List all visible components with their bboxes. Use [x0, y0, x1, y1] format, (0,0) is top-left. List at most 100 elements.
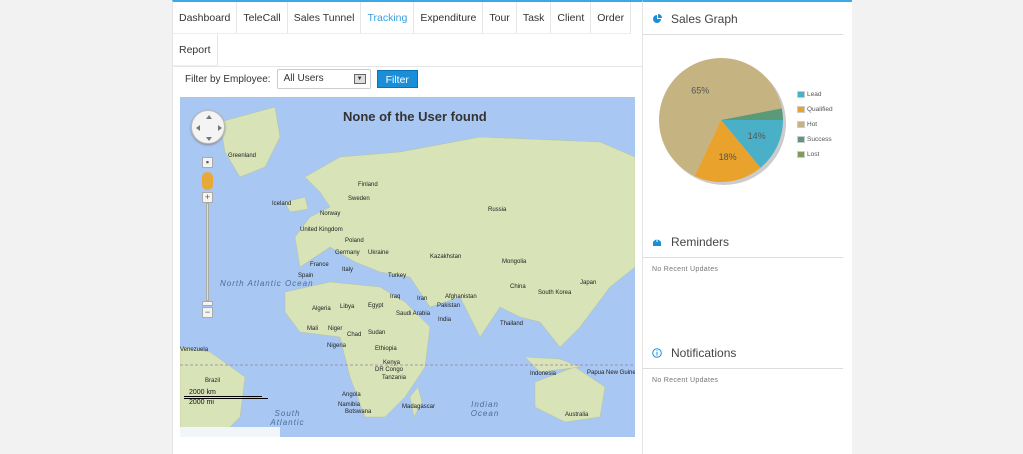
map-place-label: Namibia	[338, 402, 361, 408]
map-place-label: Pakistan	[437, 303, 461, 309]
scale-km: 2000 km	[184, 389, 262, 397]
sales-graph-title: Sales Graph	[671, 12, 738, 26]
tab-report[interactable]: Report	[173, 34, 218, 66]
pie-slice-label: 18%	[719, 152, 737, 162]
pie-slice-label: 65%	[691, 86, 709, 96]
reset-icon[interactable]: ▪	[202, 157, 213, 168]
map-place-label: Iran	[417, 296, 428, 302]
map-place-label: United Kingdom	[300, 227, 343, 233]
map-place-label: Angola	[342, 392, 361, 398]
map-place-label: Tanzania	[382, 375, 407, 381]
map-place-label: Venezuela	[180, 347, 209, 353]
legend-item: Hot	[797, 121, 817, 128]
map-place-label: Australia	[565, 412, 589, 418]
zoom-out-button[interactable]: −	[202, 307, 213, 318]
pan-control[interactable]	[191, 110, 225, 144]
tab-task[interactable]: Task	[516, 2, 552, 34]
notifications-header: Notifications	[643, 336, 843, 369]
zoom-slider[interactable]	[206, 203, 209, 301]
map-place-label: Botswana	[345, 409, 372, 415]
map-place-label: Japan	[580, 280, 597, 286]
map-place-label: Algeria	[312, 306, 331, 312]
tab-telecall[interactable]: TeleCall	[237, 2, 288, 34]
sales-pie-chart: 14% 18% 65% Lead Qualified Hot Success Lost	[643, 35, 852, 225]
ocean-label: South Atlantic	[270, 409, 305, 427]
pie-slice-label: 14%	[748, 131, 766, 141]
map-place-label: Ukraine	[368, 250, 389, 256]
map-place-label: Egypt	[368, 303, 384, 309]
ocean-label: North Atlantic Ocean	[220, 279, 314, 288]
pie-chart-icon	[653, 14, 662, 23]
filter-label: Filter by Employee:	[185, 73, 271, 85]
zoom-slider-handle[interactable]	[202, 301, 213, 306]
legend-label: Qualified	[807, 106, 833, 113]
filter-button[interactable]: Filter	[376, 70, 418, 88]
legend-label: Lead	[807, 91, 822, 98]
map-place-label: Saudi Arabia	[396, 311, 431, 317]
map-place-label: Libya	[340, 304, 355, 310]
map-place-label: Norway	[320, 211, 341, 217]
tab-tour[interactable]: Tour	[483, 2, 517, 34]
legend-label: Success	[807, 136, 832, 143]
map-place-label: Finland	[358, 182, 378, 188]
map-scale: 2000 km 2000 mi	[184, 389, 268, 406]
map-place-label: Sweden	[348, 196, 370, 202]
map-place-label: Kazakhstan	[430, 254, 462, 260]
map-place-label: France	[310, 262, 329, 268]
map-place-label: Greenland	[228, 153, 257, 159]
legend-label: Lost	[807, 151, 820, 158]
map-place-label: South Korea	[538, 290, 572, 296]
map-place-label: Madagascar	[402, 404, 436, 410]
map-place-label: Mali	[307, 326, 319, 332]
map-place-label: Nigeria	[327, 343, 347, 349]
legend-swatch	[797, 91, 805, 98]
sidebar: Sales Graph 14% 18% 65% Lead Qualified Hot Su…	[642, 0, 852, 454]
tab-dashboard[interactable]: Dashboard	[173, 2, 238, 34]
pegman-icon[interactable]	[202, 172, 213, 190]
employee-select-value: All Users	[283, 73, 324, 84]
legend-item: Lost	[797, 151, 819, 158]
legend-swatch	[797, 106, 805, 113]
scale-mi: 2000 mi	[184, 398, 268, 406]
map-place-label: Mongolia	[502, 259, 527, 265]
map-place-label: India	[438, 317, 452, 323]
map-place-label: Poland	[345, 238, 364, 244]
tab-tracking[interactable]: Tracking	[361, 2, 415, 34]
tab-expenditure[interactable]: Expenditure	[414, 2, 484, 34]
map-place-label: Niger	[328, 326, 343, 332]
zoom-in-button[interactable]: +	[202, 192, 213, 203]
map-place-label: China	[510, 284, 526, 290]
info-icon	[652, 348, 662, 358]
map-place-label: Ethiopia	[375, 346, 397, 352]
sales-graph-header: Sales Graph	[643, 2, 843, 35]
tab-client[interactable]: Client	[551, 2, 592, 34]
map-place-label: Indonesia	[530, 371, 557, 377]
map-land	[180, 106, 635, 437]
map-place-label: Papua New Guinea	[587, 370, 635, 376]
main-panel: Dashboard TeleCall Sales Tunnel Tracking Exp…	[172, 0, 642, 454]
reminders-title: Reminders	[671, 235, 730, 249]
tab-order[interactable]: Order	[591, 2, 632, 34]
filter-bar: Filter by Employee: All Users ▼ Filter	[185, 69, 418, 89]
map-place-label: Iraq	[390, 294, 401, 300]
map-place-label: Turkey	[388, 273, 407, 279]
zoom-control: ▪ + −	[202, 157, 213, 318]
map-place-label: Kenya	[383, 360, 401, 366]
reminders-header: Reminders	[643, 225, 843, 258]
reminders-empty: No Recent Updates	[652, 266, 719, 273]
map[interactable]: Greenland Iceland Finland Sweden Norway Russi…	[180, 97, 635, 437]
legend-label: Hot	[807, 121, 818, 128]
notifications-title: Notifications	[671, 346, 737, 360]
nav-tabs: Dashboard TeleCall Sales Tunnel Tracking Exp…	[173, 2, 642, 67]
reminders-icon	[653, 238, 661, 246]
legend-item: Qualified	[797, 106, 833, 113]
tab-sales-tunnel[interactable]: Sales Tunnel	[287, 2, 362, 34]
employee-select[interactable]: All Users ▼	[276, 69, 371, 89]
map-place-label: DR Congo	[375, 367, 404, 373]
map-place-label: Italy	[342, 267, 354, 273]
map-place-label: Iceland	[272, 201, 292, 207]
ocean-label: Indian Ocean	[470, 400, 500, 418]
map-place-label: Sudan	[368, 330, 386, 336]
legend-swatch	[797, 151, 805, 158]
legend-item: Lead	[797, 91, 821, 98]
